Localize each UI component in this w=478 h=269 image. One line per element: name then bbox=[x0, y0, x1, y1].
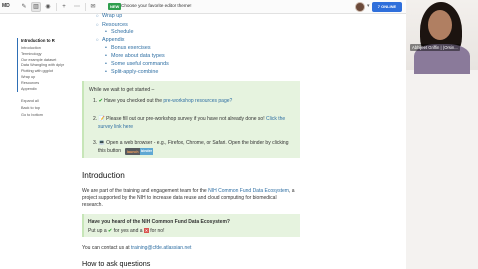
webcam-name-label: Abhijeet Griffin | (Orsin... bbox=[410, 44, 460, 51]
list-item[interactable]: Split-apply-combine bbox=[105, 69, 158, 75]
expand-all-link[interactable]: Expand all bbox=[21, 98, 43, 105]
list-item[interactable]: More about data types bbox=[105, 53, 165, 59]
comment-icon[interactable]: ✉ bbox=[88, 2, 98, 12]
list-item[interactable]: Bonus exercises bbox=[105, 45, 150, 51]
poll-answer: Put up a ✔ for yes and a ✕ for no! bbox=[88, 228, 165, 234]
table-of-contents: Introduction to R Introduction Terminolo… bbox=[17, 38, 64, 93]
new-badge: NEW bbox=[108, 3, 122, 10]
app-brand: MD bbox=[2, 3, 10, 9]
callout-item-2: 2. 📝 Please fill out our pre-workshop su… bbox=[93, 116, 286, 122]
intro-paragraph-line2: project supported by the NIH to increase… bbox=[82, 195, 277, 201]
survey-link[interactable]: Click the bbox=[266, 116, 285, 122]
cfde-link[interactable]: NIH Common Fund Data Ecosystem bbox=[208, 188, 289, 194]
poll-question: Have you heard of the NIH Common Fund Da… bbox=[88, 219, 230, 225]
contact-line: You can contact us at training@cfde.atla… bbox=[82, 245, 192, 251]
callout-item-2-cont: survey link here bbox=[98, 124, 133, 130]
toc-item[interactable]: Appendix bbox=[21, 87, 64, 93]
questions-heading: How to ask questions bbox=[82, 259, 151, 268]
go-to-bottom-link[interactable]: Go to bottom bbox=[21, 112, 43, 119]
more-icon[interactable]: ⋯ bbox=[72, 2, 82, 12]
survey-link[interactable]: survey link here bbox=[98, 124, 133, 130]
callout-item-1: 1. ✔ Have you checked out the pre-worksh… bbox=[93, 98, 233, 104]
online-users-button[interactable]: 7 ONLINE bbox=[372, 2, 402, 12]
list-item[interactable]: Wrap up bbox=[96, 13, 122, 19]
list-item[interactable]: Resources bbox=[96, 22, 128, 28]
back-to-top-link[interactable]: Back to top bbox=[21, 105, 43, 112]
theme-prompt-link[interactable]: Choose your favorite editor theme! bbox=[121, 3, 191, 8]
webcam-feed: Abhijeet Griffin | (Orsin... bbox=[406, 0, 478, 269]
view-icon[interactable]: ◉ bbox=[43, 2, 53, 12]
launch-binder-button[interactable]: launch binder bbox=[125, 148, 153, 155]
split-view-icon[interactable]: ▥ bbox=[31, 2, 41, 12]
introduction-heading: Introduction bbox=[82, 171, 125, 180]
sidebar: Introduction to R Introduction Terminolo… bbox=[0, 14, 80, 269]
edit-icon[interactable]: ✎ bbox=[19, 2, 29, 12]
intro-paragraph-line3: research. bbox=[82, 202, 103, 208]
getting-started-callout: While we wait to get started – 1. ✔ Have… bbox=[82, 81, 300, 158]
list-item[interactable]: Some useful commands bbox=[105, 61, 169, 67]
list-item[interactable]: Schedule bbox=[105, 29, 134, 35]
user-avatar[interactable] bbox=[355, 2, 365, 12]
intro-paragraph-line1: We are part of the training and engageme… bbox=[82, 188, 295, 194]
list-item[interactable]: Appendix bbox=[96, 37, 125, 43]
contact-email-link[interactable]: training@cfde.atlassian.net bbox=[131, 245, 191, 251]
callout-intro: While we wait to get started – bbox=[89, 87, 155, 93]
toc-title[interactable]: Introduction to R bbox=[21, 38, 64, 43]
callout-item-3: 3. 💻 Open a web browser - e.g., Firefox,… bbox=[93, 140, 289, 146]
sidebar-links: Expand all Back to top Go to bottom bbox=[21, 98, 43, 119]
pre-workshop-link[interactable]: pre-workshop resources page? bbox=[163, 98, 232, 104]
add-icon[interactable]: + bbox=[59, 2, 69, 12]
chevron-down-icon[interactable]: ▾ bbox=[367, 3, 370, 9]
poll-callout: Have you heard of the NIH Common Fund Da… bbox=[82, 214, 300, 237]
callout-item-3-cont: this button bbox=[98, 148, 122, 154]
